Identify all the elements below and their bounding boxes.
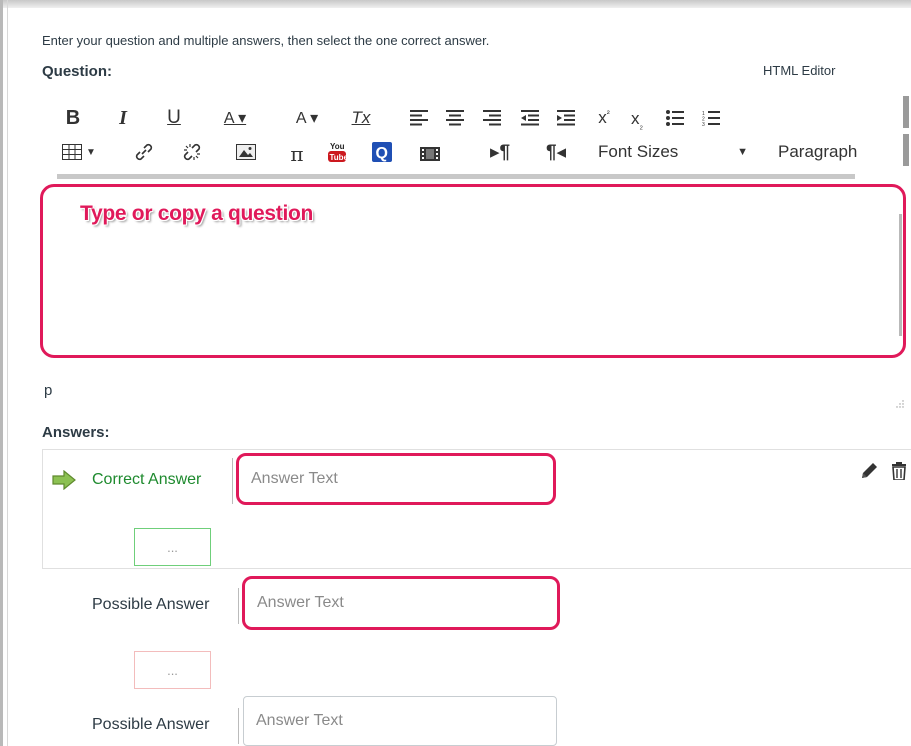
align-left-button[interactable] bbox=[408, 104, 430, 132]
element-path: p bbox=[44, 382, 53, 399]
correct-answer-input[interactable] bbox=[236, 453, 556, 505]
svg-text:You: You bbox=[330, 142, 345, 151]
answer-separator bbox=[238, 708, 239, 744]
youtube-icon: You Tube bbox=[328, 142, 348, 162]
bold-button[interactable]: B bbox=[62, 104, 84, 132]
font-sizes-label: Font Sizes bbox=[598, 142, 679, 161]
indent-icon bbox=[557, 110, 575, 126]
align-right-button[interactable] bbox=[481, 104, 503, 132]
italic-button[interactable]: I bbox=[113, 104, 133, 132]
pencil-icon[interactable] bbox=[860, 462, 878, 480]
correct-answer-comment-button[interactable]: ... bbox=[134, 528, 211, 566]
outdent-button[interactable] bbox=[519, 104, 541, 132]
insert-media-button[interactable] bbox=[418, 140, 442, 168]
youtube-button[interactable]: You Tube bbox=[325, 138, 349, 166]
outdent-icon bbox=[521, 110, 539, 126]
indent-button[interactable] bbox=[555, 104, 577, 132]
subscript-button[interactable]: x₂ bbox=[626, 106, 648, 134]
underline-button[interactable]: U bbox=[164, 104, 184, 132]
rtl-direction-button[interactable]: ¶◂ bbox=[545, 138, 567, 166]
remove-link-button[interactable] bbox=[180, 138, 204, 166]
text-color-icon: A ▾ bbox=[223, 110, 247, 127]
possible-answer-comment-button[interactable]: ... bbox=[134, 651, 211, 689]
pi-icon: π bbox=[290, 142, 304, 166]
text-color-button[interactable]: A ▾ bbox=[210, 104, 260, 132]
correct-answer-label[interactable]: Correct Answer bbox=[92, 471, 201, 489]
possible-answer-input[interactable] bbox=[243, 696, 557, 746]
paragraph-format-dropdown[interactable]: Paragraph bbox=[778, 138, 878, 166]
trash-icon[interactable] bbox=[891, 462, 907, 480]
align-right-icon bbox=[483, 110, 501, 126]
insert-link-button[interactable] bbox=[132, 138, 156, 166]
svg-text:Tube: Tube bbox=[330, 153, 348, 162]
unlink-icon bbox=[183, 143, 201, 161]
quizlet-icon: Q bbox=[372, 142, 392, 162]
superscript-icon: x² bbox=[598, 108, 610, 127]
answers-label: Answers: bbox=[42, 424, 110, 441]
svg-text:3: 3 bbox=[702, 122, 705, 126]
image-icon bbox=[236, 144, 256, 160]
bullet-list-icon bbox=[666, 110, 684, 126]
clear-formatting-button[interactable]: Tx bbox=[348, 104, 374, 132]
film-icon bbox=[420, 147, 440, 161]
svg-text:Q: Q bbox=[376, 145, 388, 162]
editor-scrollbar[interactable] bbox=[899, 214, 902, 336]
possible-answer-label[interactable]: Possible Answer bbox=[92, 596, 209, 614]
question-label: Question: bbox=[42, 63, 112, 80]
numbered-list-button[interactable]: 123 bbox=[700, 104, 722, 132]
toolbar-scrollbar[interactable] bbox=[57, 174, 855, 179]
question-callout-text: Type or copy a question bbox=[80, 202, 314, 225]
html-editor-link[interactable]: HTML Editor bbox=[763, 63, 835, 78]
insert-math-button[interactable]: π bbox=[285, 140, 309, 168]
answer-separator bbox=[238, 588, 239, 624]
background-color-icon: A ▾ bbox=[295, 110, 319, 127]
quizlet-button[interactable]: Q bbox=[370, 138, 394, 166]
possible-answer-label[interactable]: Possible Answer bbox=[92, 716, 209, 734]
table-icon bbox=[62, 144, 83, 160]
align-center-icon bbox=[446, 110, 464, 126]
toolbar-separator-2 bbox=[903, 134, 909, 166]
rtl-pilcrow-icon: ¶◂ bbox=[545, 141, 567, 163]
numbered-list-icon: 123 bbox=[702, 111, 720, 126]
ltr-pilcrow-icon: ▸¶ bbox=[489, 141, 511, 163]
link-icon bbox=[135, 143, 153, 161]
align-center-button[interactable] bbox=[444, 104, 466, 132]
insert-image-button[interactable] bbox=[233, 138, 259, 166]
table-button[interactable]: ▼ bbox=[57, 138, 101, 166]
align-left-icon bbox=[410, 110, 428, 126]
background-color-button[interactable]: A ▾ bbox=[282, 104, 332, 132]
toolbar-separator bbox=[903, 96, 909, 128]
possible-answer-input[interactable] bbox=[242, 576, 560, 630]
superscript-button[interactable]: x² bbox=[593, 104, 615, 132]
paragraph-label: Paragraph bbox=[778, 142, 858, 161]
font-sizes-dropdown[interactable]: Font Sizes ▼ bbox=[598, 138, 748, 166]
subscript-icon: x₂ bbox=[631, 109, 643, 131]
ltr-direction-button[interactable]: ▸¶ bbox=[489, 138, 511, 166]
answer-separator bbox=[232, 458, 233, 504]
bullet-list-button[interactable] bbox=[664, 104, 686, 132]
chevron-down-icon: ▼ bbox=[737, 146, 748, 158]
window-left-border-inner bbox=[7, 0, 8, 746]
correct-arrow-icon[interactable] bbox=[52, 470, 76, 490]
window-left-border bbox=[0, 0, 3, 746]
window-top-border bbox=[0, 0, 911, 8]
instructions-text: Enter your question and multiple answers… bbox=[42, 33, 490, 48]
resize-handle-icon[interactable] bbox=[894, 400, 904, 410]
